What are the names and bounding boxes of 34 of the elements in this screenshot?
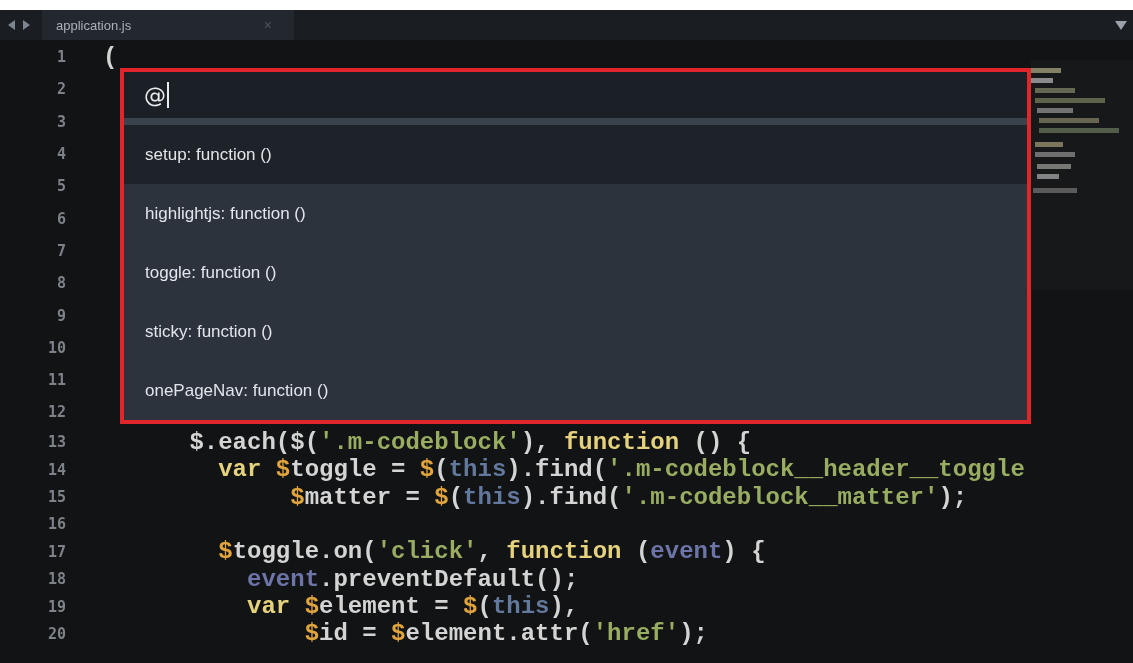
line-number: 3 (55, 112, 66, 131)
code-line: ( (103, 43, 118, 71)
line-number: 10 (46, 338, 66, 357)
line-number: 13 (46, 433, 66, 452)
line-number: 16 (46, 515, 66, 534)
minimap-drawing[interactable] (1031, 60, 1133, 290)
line-number: 15 (46, 488, 66, 507)
line-number: 17 (46, 542, 66, 561)
line-number: 11 (46, 371, 66, 390)
line-number: 2 (55, 80, 66, 99)
code-line: $toggle.on('click', function (event) { (217, 538, 766, 566)
line-number: 19 (46, 597, 66, 616)
line-number: 4 (55, 145, 66, 164)
line-number: 20 (46, 625, 66, 643)
line-number: 18 (46, 570, 66, 589)
code-line: $.each($('.m-codeblock'), function () { (188, 428, 752, 456)
line-number: 9 (55, 306, 66, 325)
line-number: 12 (46, 403, 66, 422)
code-line: event.preventDefault(); (246, 565, 579, 593)
line-number: 5 (55, 177, 66, 196)
symbol-list-item[interactable]: setup: function () (124, 125, 1027, 184)
code-line: $matter = $(this).find('.m-codeblock__matter'); (289, 483, 968, 511)
line-number: 1 (55, 48, 66, 67)
line-number: 6 (55, 209, 66, 228)
code-line: var $element = $(this), (246, 593, 579, 621)
line-number: 14 (46, 460, 66, 479)
line-number: 8 (55, 274, 66, 293)
left-right-arrows-icon[interactable] (8, 20, 30, 30)
file-tab[interactable]: application.js × (42, 10, 294, 40)
dropdown-triangle-icon[interactable] (1115, 20, 1127, 30)
symbol-search-field[interactable]: @ (124, 72, 1027, 125)
line-number: 7 (55, 241, 66, 260)
code-line: $id = $element.attr('href'); (303, 620, 708, 648)
code-line: var $toggle = $(this).find('.m-codeblock__header__toggle (217, 456, 1025, 484)
